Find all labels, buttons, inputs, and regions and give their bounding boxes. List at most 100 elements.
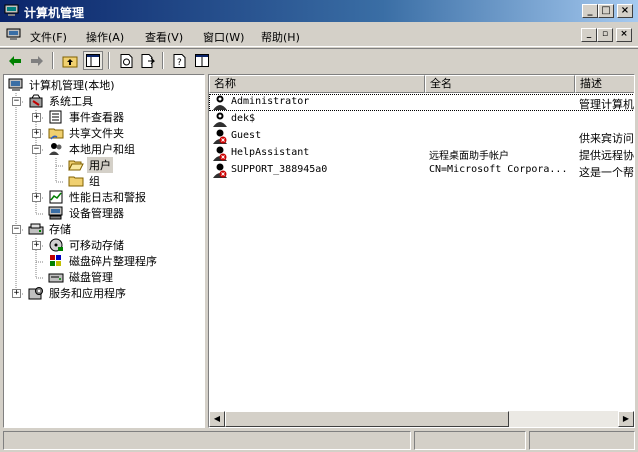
expand-event-viewer[interactable]: + xyxy=(32,113,41,122)
tree-item-removable-storage[interactable]: 可移动存储 xyxy=(48,237,126,253)
column-header-name[interactable]: 名称 xyxy=(209,75,425,93)
refresh-button[interactable] xyxy=(116,51,136,70)
tree-item-label: 设备管理器 xyxy=(69,207,124,220)
maximize-button[interactable]: □ xyxy=(598,4,614,18)
status-panel-main xyxy=(3,431,411,450)
event-viewer-icon xyxy=(48,110,64,124)
minimize-button[interactable]: _ xyxy=(582,4,598,18)
child-restore-button[interactable]: ▫ xyxy=(597,28,613,42)
tree-item-event-viewer[interactable]: 事件查看器 xyxy=(48,109,126,125)
export-list-button[interactable] xyxy=(138,51,158,70)
tree-item-label: 服务和应用程序 xyxy=(49,287,126,300)
tree-item-device-manager[interactable]: 设备管理器 xyxy=(48,205,126,221)
menu-bar: 文件(F) 操作(A) 查看(V) 窗口(W) 帮助(H) _ ▫ × xyxy=(0,23,638,47)
tools-icon xyxy=(28,94,44,108)
up-one-level-button[interactable] xyxy=(60,51,80,70)
user-description: 管理计算机 xyxy=(579,98,634,111)
console-icon[interactable] xyxy=(6,28,21,41)
collapse-storage[interactable]: − xyxy=(12,225,21,234)
tree-item-label: 性能日志和警报 xyxy=(69,191,146,204)
scroll-right-button[interactable]: ▶ xyxy=(618,411,634,427)
horizontal-scrollbar[interactable]: ◀ ▶ xyxy=(209,411,634,427)
toolbar: ? xyxy=(0,48,638,72)
column-header-full-name[interactable]: 全名 xyxy=(425,75,575,93)
close-button[interactable]: × xyxy=(617,4,633,18)
back-button[interactable] xyxy=(5,51,25,70)
window-title: 计算机管理 xyxy=(24,6,85,20)
tree-item-disk-management[interactable]: 磁盘管理 xyxy=(48,269,115,285)
tree-item-shared-folders[interactable]: 共享文件夹 xyxy=(48,125,126,141)
table-row[interactable]: Guest 供来宾访问 xyxy=(209,128,634,145)
tree-item-users[interactable]: 用户 xyxy=(68,157,113,173)
status-bar xyxy=(0,430,638,452)
user-name: SUPPORT_388945a0 xyxy=(231,164,328,175)
tree-item-label: 磁盘碎片整理程序 xyxy=(69,255,157,268)
expand-services-apps[interactable]: + xyxy=(12,289,21,298)
expand-shared-folders[interactable]: + xyxy=(32,129,41,138)
tree-item-disk-defragmenter[interactable]: 磁盘碎片整理程序 xyxy=(48,253,159,269)
open-folder-icon xyxy=(68,158,84,172)
disabled-user-icon xyxy=(213,163,227,178)
expand-performance-logs[interactable]: + xyxy=(32,193,41,202)
user-description: 这是一个帮 xyxy=(579,166,634,179)
toolbar-separator xyxy=(108,52,110,69)
tree-item-label: 共享文件夹 xyxy=(69,127,124,140)
user-name: dek$ xyxy=(231,113,256,124)
child-close-button[interactable]: × xyxy=(616,28,632,42)
collapse-local-users-groups[interactable]: − xyxy=(32,145,41,154)
show-hide-tree-button[interactable] xyxy=(83,51,103,70)
tree-item-services-apps[interactable]: 服务和应用程序 xyxy=(28,285,128,301)
tree-item-label: 组 xyxy=(89,175,100,188)
storage-icon xyxy=(28,222,44,236)
table-row[interactable]: dek$ xyxy=(209,111,634,128)
user-name: Administrator xyxy=(231,96,310,107)
table-row[interactable]: SUPPORT_388945a0 CN=Microsoft Corpora...… xyxy=(209,162,634,179)
properties-button[interactable] xyxy=(192,51,212,70)
user-icon xyxy=(213,95,227,110)
tree-item-local-users-groups[interactable]: 本地用户和组 xyxy=(48,141,137,157)
scroll-thumb[interactable] xyxy=(225,411,509,427)
user-full-name: CN=Microsoft Corpora... xyxy=(429,164,568,175)
tree-item-label: 事件查看器 xyxy=(69,111,124,124)
status-panel-3 xyxy=(529,431,635,450)
table-row[interactable]: Administrator 管理计算机 xyxy=(209,94,634,111)
child-minimize-button[interactable]: _ xyxy=(581,28,597,42)
scroll-left-button[interactable]: ◀ xyxy=(209,411,225,427)
user-name: Guest xyxy=(231,130,262,141)
tree-item-performance-logs[interactable]: 性能日志和警报 xyxy=(48,189,148,205)
menu-file[interactable]: 文件(F) xyxy=(30,29,67,45)
toolbar-separator xyxy=(52,52,54,69)
menu-view[interactable]: 查看(V) xyxy=(145,29,183,45)
computer-icon xyxy=(8,78,24,92)
help-button[interactable]: ? xyxy=(170,51,190,70)
tree-item-system-tools[interactable]: 系统工具 xyxy=(28,93,95,109)
tree-item-groups[interactable]: 组 xyxy=(68,173,102,189)
tree-item-storage[interactable]: 存储 xyxy=(28,221,73,237)
properties-icon xyxy=(195,54,209,67)
export-list-icon xyxy=(141,53,155,68)
disabled-user-icon xyxy=(213,146,227,161)
user-description: 提供远程协 xyxy=(579,149,634,162)
expand-removable-storage[interactable]: + xyxy=(32,241,41,250)
defrag-icon xyxy=(48,254,64,268)
forward-button[interactable] xyxy=(27,51,47,70)
user-icon xyxy=(213,112,227,127)
tree-item-computer-management[interactable]: 计算机管理(本地) xyxy=(8,77,117,93)
performance-icon xyxy=(48,190,64,204)
title-bar[interactable]: 计算机管理 _ □ × xyxy=(0,0,638,22)
collapse-system-tools[interactable]: − xyxy=(12,97,21,106)
details-pane[interactable]: 名称 全名 描述 Administrator 管理计算机 dek$ Guest … xyxy=(208,74,635,428)
tree-item-label: 系统工具 xyxy=(49,95,93,108)
menu-action[interactable]: 操作(A) xyxy=(86,29,124,45)
menu-help[interactable]: 帮助(H) xyxy=(261,29,300,45)
console-tree[interactable]: 计算机管理(本地) − 系统工具 + 事件查看器 + 共享文件夹 − 本地用户和… xyxy=(3,74,205,428)
table-row[interactable]: HelpAssistant 远程桌面助手帐户 提供远程协 xyxy=(209,145,634,162)
disabled-user-icon xyxy=(213,129,227,144)
services-icon xyxy=(28,286,44,300)
back-icon xyxy=(9,55,21,66)
removable-storage-icon xyxy=(48,238,64,252)
column-header-description[interactable]: 描述 xyxy=(575,75,634,93)
tree-item-label: 计算机管理(本地) xyxy=(29,79,115,92)
tree-item-label: 磁盘管理 xyxy=(69,271,113,284)
menu-window[interactable]: 窗口(W) xyxy=(203,29,244,45)
